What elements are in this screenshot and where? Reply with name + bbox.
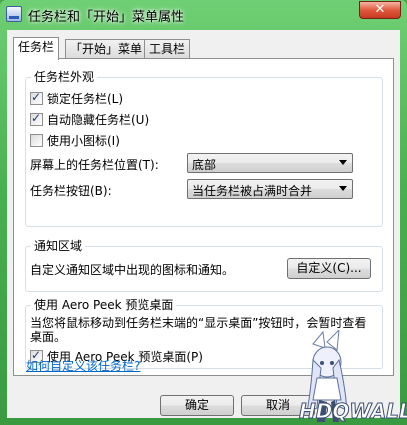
small-icons-label: 使用小图标(I) (47, 134, 120, 148)
taskbar-app-icon (6, 6, 22, 22)
customize-button[interactable]: 自定义(C)... (287, 258, 371, 279)
small-icons-check-icon[interactable] (30, 134, 43, 147)
appearance-group: 任务栏外观 锁定任务栏(L) 自动隐藏任务栏(U) 使用小图标(I) 屏幕上的任… (25, 70, 383, 227)
lock-taskbar-checkbox[interactable]: 锁定任务栏(L) (30, 90, 123, 107)
buttons-dropdown[interactable]: 当任务栏被占满时合并 (187, 179, 353, 199)
auto-hide-label: 自动隐藏任务栏(U) (47, 113, 150, 127)
window-frame: 任务栏和「开始」菜单属性 ✕ 任务栏 「开始」菜单 工具栏 任务栏外观 锁定任务… (0, 0, 407, 425)
lock-taskbar-check-icon[interactable] (30, 90, 43, 105)
tab-toolbars[interactable]: 工具栏 (144, 39, 191, 58)
notification-group: 通知区域 自定义通知区域中出现的图标和通知。 自定义(C)... (25, 239, 383, 292)
tab-start-menu[interactable]: 「开始」菜单 (65, 39, 148, 58)
watermark-logo: HDQWALL (299, 330, 407, 424)
title-bar[interactable]: 任务栏和「开始」菜单属性 ✕ (0, 0, 407, 28)
tab-taskbar[interactable]: 任务栏 (13, 37, 60, 60)
appearance-group-title: 任务栏外观 (31, 70, 98, 84)
notification-description: 自定义通知区域中出现的图标和通知。 (30, 263, 235, 277)
auto-hide-checkbox[interactable]: 自动隐藏任务栏(U) (30, 111, 149, 128)
chevron-down-icon (339, 160, 347, 165)
watermark-text: HDQWALL (299, 399, 407, 423)
buttons-value: 当任务栏被占满时合并 (192, 184, 313, 198)
notification-group-title: 通知区域 (31, 239, 86, 253)
window-title: 任务栏和「开始」菜单属性 (28, 10, 185, 25)
position-dropdown[interactable]: 底部 (187, 153, 353, 173)
small-icons-checkbox[interactable]: 使用小图标(I) (30, 132, 120, 149)
help-link[interactable]: 如何自定义该任务栏? (26, 357, 140, 374)
aero-peek-group-title: 使用 Aero Peek 预览桌面 (31, 298, 177, 312)
ok-button[interactable]: 确定 (160, 395, 234, 416)
position-label: 屏幕上的任务栏位置(T): (30, 158, 159, 172)
close-button[interactable]: ✕ (359, 1, 401, 19)
position-value: 底部 (192, 158, 217, 172)
auto-hide-check-icon[interactable] (30, 111, 43, 126)
chevron-down-icon (339, 186, 347, 191)
buttons-label: 任务栏按钮(B): (30, 184, 112, 198)
taskbar-tab-panel: 任务栏外观 锁定任务栏(L) 自动隐藏任务栏(U) 使用小图标(I) 屏幕上的任… (13, 58, 394, 376)
lock-taskbar-label: 锁定任务栏(L) (47, 92, 124, 106)
